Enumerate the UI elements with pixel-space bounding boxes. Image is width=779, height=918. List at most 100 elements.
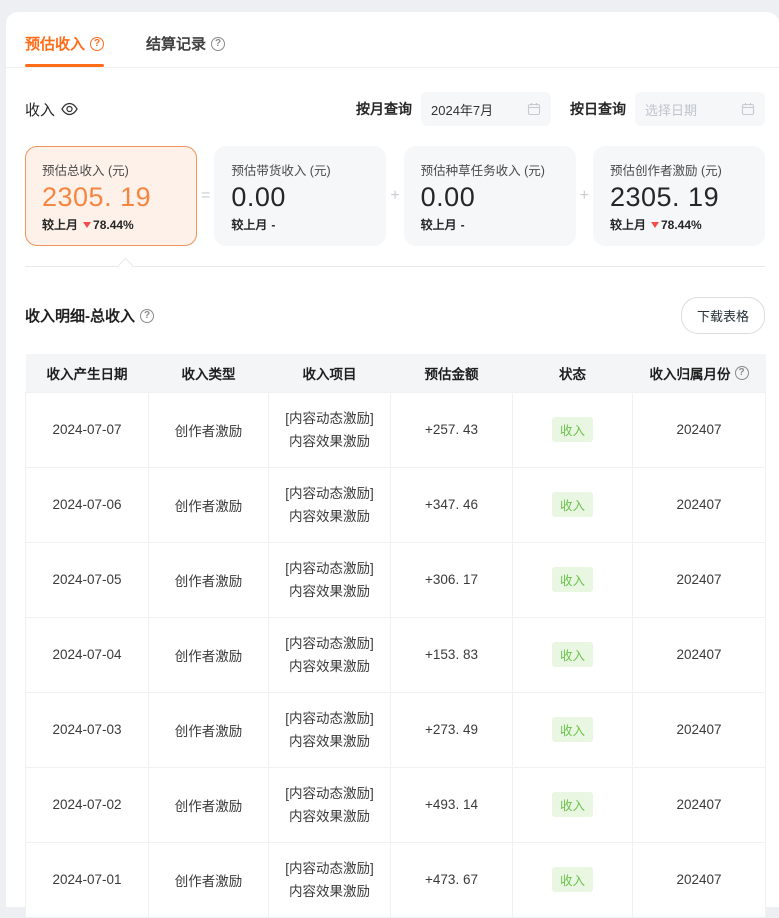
table-row: 2024-07-07 创作者激励 [内容动态激励] 内容效果激励 +257. 4…: [26, 392, 766, 467]
card-value: 2305. 19: [610, 182, 748, 213]
table-row: 2024-07-03 创作者激励 [内容动态激励] 内容效果激励 +273. 4…: [26, 692, 766, 767]
table-row: 2024-07-04 创作者激励 [内容动态激励] 内容效果激励 +153. 8…: [26, 617, 766, 692]
cell-date: 2024-07-03: [26, 692, 149, 767]
status-badge: 收入: [552, 642, 593, 667]
cell-type: 创作者激励: [149, 467, 269, 542]
cards-divider: [25, 266, 765, 267]
card-value: 0.00: [231, 182, 369, 213]
month-query-label: 按月查询: [356, 99, 412, 119]
main-panel: 预估收入 ? 结算记录 ? 收入 按月查询 2024年7月: [6, 12, 779, 907]
cell-project: [内容动态激励] 内容效果激励: [269, 467, 391, 542]
cell-month: 202407: [633, 842, 766, 917]
cell-status: 收入: [513, 617, 633, 692]
cell-date: 2024-07-04: [26, 617, 149, 692]
cell-date: 2024-07-06: [26, 467, 149, 542]
card-value: 0.00: [421, 182, 559, 213]
cell-month: 202407: [633, 617, 766, 692]
cell-project: [内容动态激励] 内容效果激励: [269, 692, 391, 767]
help-icon[interactable]: ?: [211, 37, 225, 51]
income-title-label: 收入: [25, 99, 55, 120]
cell-month: 202407: [633, 767, 766, 842]
table-row: 2024-07-05 创作者激励 [内容动态激励] 内容效果激励 +306. 1…: [26, 542, 766, 617]
cell-month: 202407: [633, 467, 766, 542]
help-icon[interactable]: ?: [735, 366, 749, 380]
cell-amount: +273. 49: [391, 692, 513, 767]
cell-type: 创作者激励: [149, 692, 269, 767]
table-header-row: 收入产生日期 收入类型 收入项目 预估金额 状态 收入归属月份 ?: [26, 354, 766, 392]
calendar-icon: [741, 102, 755, 116]
cell-amount: +493. 14: [391, 767, 513, 842]
down-triangle-icon: [83, 222, 91, 228]
operator-equals: =: [197, 146, 214, 246]
cell-date: 2024-07-02: [26, 767, 149, 842]
help-icon[interactable]: ?: [140, 309, 154, 323]
card-compare: 较上月 -: [421, 216, 559, 233]
download-table-button[interactable]: 下载表格: [681, 297, 765, 334]
card-compare: 较上月 -: [231, 216, 369, 233]
tab-estimated-income[interactable]: 预估收入 ?: [25, 33, 104, 67]
cell-type: 创作者激励: [149, 392, 269, 467]
cell-date: 2024-07-01: [26, 842, 149, 917]
status-badge: 收入: [552, 792, 593, 817]
table-row: 2024-07-02 创作者激励 [内容动态激励] 内容效果激励 +493. 1…: [26, 767, 766, 842]
card-label: 预估带货收入 (元): [231, 160, 369, 179]
cell-project: [内容动态激励] 内容效果激励: [269, 617, 391, 692]
status-badge: 收入: [552, 492, 593, 517]
cell-project: [内容动态激励] 内容效果激励: [269, 392, 391, 467]
cell-project: [内容动态激励] 内容效果激励: [269, 767, 391, 842]
cell-amount: +306. 17: [391, 542, 513, 617]
card-creator-incentive[interactable]: 预估创作者激励 (元) 2305. 19 较上月 78.44%: [593, 146, 765, 246]
month-picker-input[interactable]: 2024年7月: [421, 92, 551, 126]
cell-status: 收入: [513, 767, 633, 842]
operator-plus: +: [386, 146, 403, 246]
col-header-amount: 预估金额: [391, 354, 513, 392]
cell-project: [内容动态激励] 内容效果激励: [269, 542, 391, 617]
cell-status: 收入: [513, 392, 633, 467]
month-picker-value: 2024年7月: [431, 100, 493, 119]
operator-plus: +: [576, 146, 593, 246]
tab-settlement-records-label: 结算记录: [146, 33, 206, 54]
card-total-income[interactable]: 预估总收入 (元) 2305. 19 较上月 78.44%: [25, 146, 197, 246]
summary-cards-row: 预估总收入 (元) 2305. 19 较上月 78.44% = 预估带货收入 (…: [25, 146, 765, 246]
cell-project: [内容动态激励] 内容效果激励: [269, 842, 391, 917]
day-picker-placeholder: 选择日期: [645, 100, 697, 119]
tab-settlement-records[interactable]: 结算记录 ?: [146, 33, 225, 67]
cell-date: 2024-07-05: [26, 542, 149, 617]
cell-status: 收入: [513, 467, 633, 542]
status-badge: 收入: [552, 867, 593, 892]
card-label: 预估总收入 (元): [42, 160, 180, 179]
cell-month: 202407: [633, 692, 766, 767]
cell-amount: +347. 46: [391, 467, 513, 542]
cell-amount: +153. 83: [391, 617, 513, 692]
card-goods-income[interactable]: 预估带货收入 (元) 0.00 较上月 -: [214, 146, 386, 246]
col-header-type: 收入类型: [149, 354, 269, 392]
income-detail-table: 收入产生日期 收入类型 收入项目 预估金额 状态 收入归属月份 ? 2024-0…: [25, 354, 766, 918]
table-row: 2024-07-01 创作者激励 [内容动态激励] 内容效果激励 +473. 6…: [26, 842, 766, 917]
status-badge: 收入: [552, 417, 593, 442]
card-seeding-task-income[interactable]: 预估种草任务收入 (元) 0.00 较上月 -: [404, 146, 576, 246]
card-compare: 较上月 78.44%: [610, 216, 748, 233]
cell-amount: +473. 67: [391, 842, 513, 917]
tab-estimated-income-label: 预估收入: [25, 33, 85, 54]
card-compare: 较上月 78.44%: [42, 216, 180, 233]
status-badge: 收入: [552, 567, 593, 592]
tab-bar: 预估收入 ? 结算记录 ?: [25, 12, 765, 67]
detail-section-header: 收入明细-总收入 ? 下载表格: [25, 297, 765, 334]
day-picker-input[interactable]: 选择日期: [635, 92, 765, 126]
cell-date: 2024-07-07: [26, 392, 149, 467]
selected-card-caret: [118, 258, 134, 274]
cell-status: 收入: [513, 692, 633, 767]
card-value: 2305. 19: [42, 182, 180, 213]
col-header-date: 收入产生日期: [26, 354, 149, 392]
calendar-icon: [527, 102, 541, 116]
col-header-project: 收入项目: [269, 354, 391, 392]
detail-section-title: 收入明细-总收入 ?: [25, 305, 154, 326]
card-label: 预估种草任务收入 (元): [421, 160, 559, 179]
cell-month: 202407: [633, 392, 766, 467]
col-header-status: 状态: [513, 354, 633, 392]
help-icon[interactable]: ?: [90, 37, 104, 51]
cell-type: 创作者激励: [149, 617, 269, 692]
cell-status: 收入: [513, 542, 633, 617]
cell-month: 202407: [633, 542, 766, 617]
eye-icon[interactable]: [61, 102, 78, 116]
